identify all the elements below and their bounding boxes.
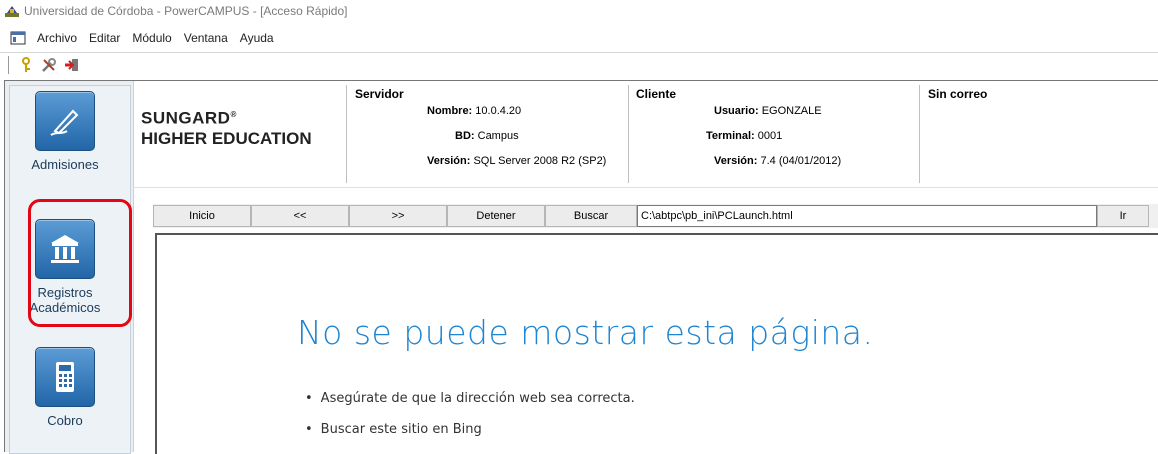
- client-heading: Cliente: [636, 87, 677, 101]
- key-icon[interactable]: [16, 55, 36, 75]
- menu-ayuda[interactable]: Ayuda: [239, 31, 275, 45]
- home-button[interactable]: Inicio: [153, 205, 251, 227]
- browser-view: No se puede mostrar esta página. Asegúra…: [155, 233, 1158, 454]
- server-info: Servidor Nombre: 10.0.4.20 BD: Campus Ve…: [355, 87, 635, 183]
- logo-line1: SUNGARD: [141, 108, 231, 128]
- client-info: Cliente Usuario: EGONZALE Terminal: 0001…: [636, 87, 916, 183]
- client-terminal-row: Terminal: 0001: [706, 130, 782, 142]
- sungard-logo: SUNGARD® HIGHER EDUCATION: [141, 105, 341, 149]
- url-field[interactable]: C:\abtpc\pb_ini\PCLaunch.html: [637, 205, 1097, 227]
- mdi-client-area: Admisiones Registros Académicos Cobro SU…: [4, 80, 1158, 454]
- error-page-title: No se puede mostrar esta página.: [297, 313, 874, 352]
- header-separator: [133, 187, 1158, 188]
- header-divider: [919, 85, 920, 183]
- server-name-label: Nombre:: [427, 105, 473, 117]
- highlight-annotation: [28, 199, 132, 327]
- sidebar-item-admisiones[interactable]: Admisiones: [9, 91, 121, 172]
- mail-status: Sin correo: [928, 87, 988, 101]
- pen-icon: [35, 91, 95, 151]
- main-toolbar: [0, 52, 1158, 77]
- tools-icon[interactable]: [39, 55, 59, 75]
- server-version-row: Versión: SQL Server 2008 R2 (SP2): [427, 155, 606, 167]
- header-divider: [628, 85, 629, 183]
- header-divider: [346, 85, 347, 183]
- window-title: Universidad de Córdoba - PowerCAMPUS - […: [24, 4, 348, 18]
- exit-icon[interactable]: [62, 55, 82, 75]
- menu-editar[interactable]: Editar: [88, 31, 121, 45]
- client-user-value: EGONZALE: [761, 105, 822, 117]
- back-button[interactable]: <<: [251, 205, 349, 227]
- stop-button[interactable]: Detener: [447, 205, 545, 227]
- sidebar-item-label: Admisiones: [31, 157, 99, 172]
- menu-modulo[interactable]: Módulo: [131, 31, 172, 45]
- client-version-value: 7.4 (04/01/2012): [760, 155, 842, 167]
- go-button[interactable]: Ir: [1097, 205, 1149, 227]
- server-version-label: Versión:: [427, 155, 471, 167]
- client-user-label: Usuario:: [714, 105, 759, 117]
- sidebar-item-label: Cobro: [47, 413, 83, 428]
- error-suggestions: Asegúrate de que la dirección web sea co…: [305, 391, 635, 453]
- document-window-icon[interactable]: [10, 31, 26, 45]
- menu-ventana[interactable]: Ventana: [183, 31, 229, 45]
- mail-info: Sin correo: [928, 87, 1128, 183]
- menu-bar: Archivo Editar Módulo Ventana Ayuda: [0, 28, 1158, 48]
- server-db-row: BD: Campus: [455, 130, 519, 142]
- server-heading: Servidor: [355, 87, 404, 101]
- client-user-row: Usuario: EGONZALE: [714, 105, 822, 117]
- server-name-row: Nombre: 10.0.4.20: [427, 105, 521, 117]
- client-terminal-value: 0001: [757, 130, 783, 142]
- sidebar-item-cobro[interactable]: Cobro: [9, 347, 121, 428]
- server-name-value: 10.0.4.20: [475, 105, 522, 117]
- module-sidebar: Admisiones Registros Académicos Cobro: [5, 81, 134, 454]
- server-db-value: Campus: [477, 130, 519, 142]
- title-bar: Universidad de Córdoba - PowerCAMPUS - […: [0, 0, 1158, 22]
- browser-nav-bar: Inicio << >> Detener Buscar C:\abtpc\pb_…: [153, 204, 1158, 228]
- menu-archivo[interactable]: Archivo: [36, 31, 78, 45]
- forward-button[interactable]: >>: [349, 205, 447, 227]
- client-version-label: Versión:: [714, 155, 758, 167]
- suggestion-search-bing-link[interactable]: Buscar este sitio en Bing: [305, 422, 635, 437]
- suggestion-check-address: Asegúrate de que la dirección web sea co…: [305, 391, 635, 406]
- server-version-value: SQL Server 2008 R2 (SP2): [473, 155, 607, 167]
- logo-line2: HIGHER EDUCATION: [141, 128, 312, 148]
- app-logo-icon: [5, 6, 19, 17]
- calculator-icon: [35, 347, 95, 407]
- toolbar-grip[interactable]: [8, 56, 13, 74]
- client-version-row: Versión: 7.4 (04/01/2012): [714, 155, 841, 167]
- server-db-label: BD:: [455, 130, 475, 142]
- search-button[interactable]: Buscar: [545, 205, 637, 227]
- client-terminal-label: Terminal:: [706, 130, 755, 142]
